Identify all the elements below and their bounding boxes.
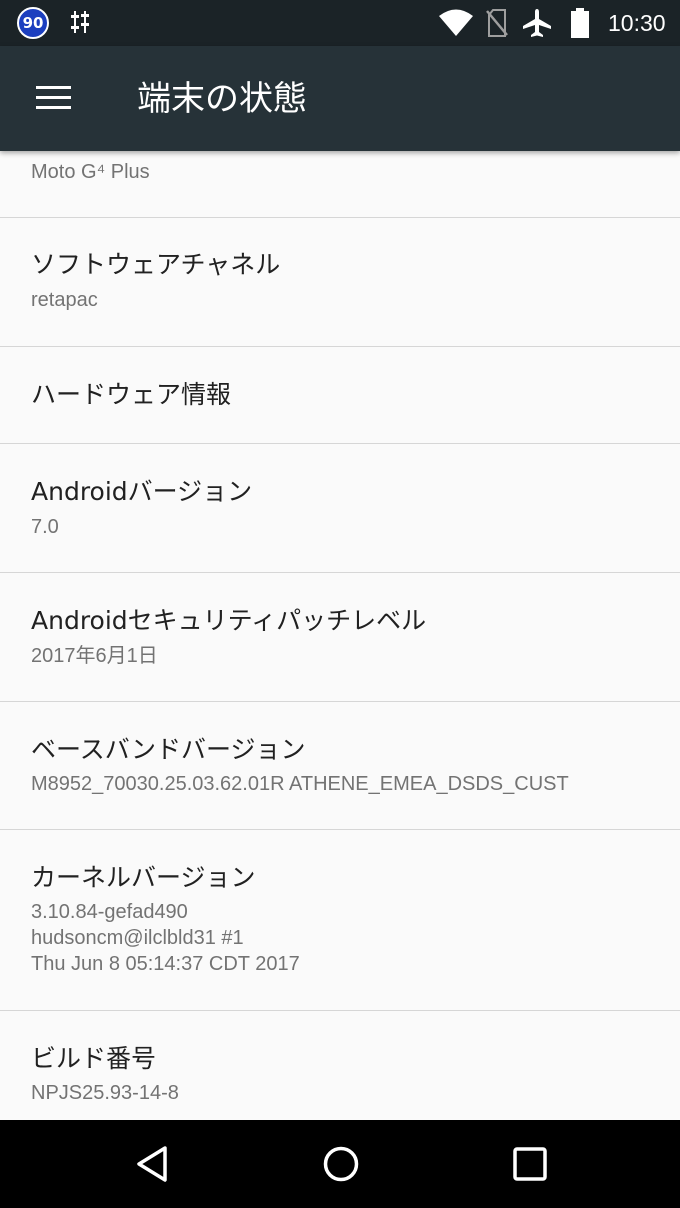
- software-channel-title: ソフトウェアチャネル: [31, 250, 281, 279]
- wifi-icon: [439, 9, 473, 36]
- list-item-kernel-version[interactable]: カーネルバージョン 3.10.84-gefad490 hudsoncm@ilcl…: [0, 830, 680, 1011]
- software-channel-value: retapac: [31, 289, 98, 311]
- list-item-model[interactable]: Moto G⁴ Plus: [0, 151, 680, 218]
- battery-icon: [571, 8, 589, 38]
- list-item-android-version[interactable]: Androidバージョン 7.0: [0, 444, 680, 573]
- baseband-version-value: M8952_70030.25.03.62.01R ATHENE_EMEA_DSD…: [31, 773, 569, 795]
- baseband-version-title: ベースバンドバージョン: [31, 735, 306, 764]
- hardware-info-title: ハードウェア情報: [31, 380, 232, 409]
- build-number-value: NPJS25.93-14-8: [31, 1082, 179, 1104]
- airplane-icon: [523, 9, 551, 37]
- kernel-version-title: カーネルバージョン: [31, 863, 256, 892]
- model-value: Moto G⁴ Plus: [31, 161, 150, 183]
- home-icon[interactable]: [321, 1144, 361, 1184]
- notification-badge: 90: [17, 7, 49, 39]
- kernel-version-line3: Thu Jun 8 05:14:37 CDT 2017: [31, 953, 300, 975]
- settings-list[interactable]: Moto G⁴ Plus ソフトウェアチャネル retapac ハードウェア情報…: [0, 151, 680, 1120]
- page-title: 端末の状態: [137, 79, 307, 119]
- android-version-value: 7.0: [31, 516, 59, 538]
- list-item-software-channel[interactable]: ソフトウェアチャネル retapac: [0, 218, 680, 347]
- navigation-bar: [0, 1120, 680, 1208]
- tune-icon: [71, 11, 89, 33]
- recents-icon[interactable]: [510, 1144, 550, 1184]
- kernel-version-line1: 3.10.84-gefad490: [31, 901, 188, 923]
- list-item-hardware-info[interactable]: ハードウェア情報: [0, 347, 680, 444]
- list-item-baseband-version[interactable]: ベースバンドバージョン M8952_70030.25.03.62.01R ATH…: [0, 702, 680, 830]
- build-number-title: ビルド番号: [31, 1044, 157, 1073]
- app-bar: 端末の状態: [0, 46, 680, 151]
- list-item-security-patch[interactable]: Androidセキュリティパッチレベル 2017年6月1日: [0, 573, 680, 702]
- no-sim-icon: [486, 9, 508, 37]
- status-bar: 90 10:30: [0, 0, 680, 46]
- security-patch-title: Androidセキュリティパッチレベル: [31, 606, 427, 635]
- list-item-build-number[interactable]: ビルド番号 NPJS25.93-14-8: [0, 1011, 680, 1120]
- security-patch-value: 2017年6月1日: [31, 645, 158, 667]
- android-version-title: Androidバージョン: [31, 477, 253, 506]
- back-icon[interactable]: [132, 1144, 172, 1184]
- kernel-version-line2: hudsoncm@ilclbld31 #1: [31, 927, 244, 949]
- clock: 10:30: [608, 10, 666, 36]
- hamburger-menu-icon[interactable]: [36, 86, 71, 112]
